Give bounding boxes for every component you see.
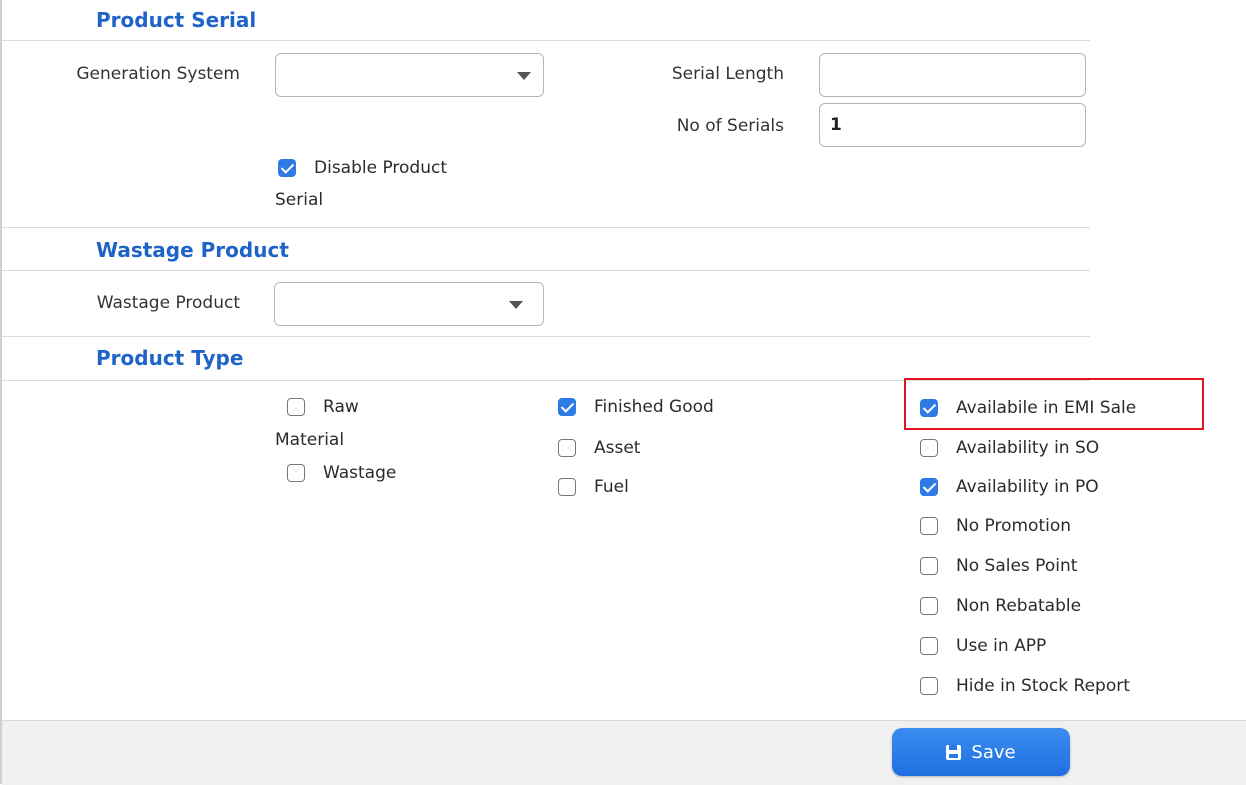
no-promotion-checkbox[interactable]: No Promotion xyxy=(920,516,1071,536)
availability-in-so-label: Availability in SO xyxy=(956,438,1100,458)
section-title-product-serial: Product Serial xyxy=(96,8,257,32)
disable-product-serial-label-cont: Serial xyxy=(275,190,324,210)
fuel-checkbox[interactable]: Fuel xyxy=(558,477,629,497)
asset-checkbox[interactable]: Asset xyxy=(558,438,640,458)
serial-length-input[interactable] xyxy=(819,53,1086,97)
availability-in-po-checkbox[interactable]: Availability in PO xyxy=(920,477,1099,497)
checkbox-checked-icon[interactable] xyxy=(558,398,576,416)
disable-product-serial-label: Disable Product xyxy=(314,158,448,178)
use-in-app-checkbox[interactable]: Use in APP xyxy=(920,636,1046,656)
wastage-product-select[interactable] xyxy=(274,282,544,326)
wastage-checkbox[interactable]: Wastage xyxy=(287,463,396,483)
checkbox-checked-icon[interactable] xyxy=(278,159,296,177)
save-button[interactable]: Save xyxy=(892,728,1070,776)
divider xyxy=(2,270,1090,271)
generation-system-select[interactable] xyxy=(275,53,544,97)
checkbox-icon[interactable] xyxy=(287,464,305,482)
chevron-down-icon xyxy=(509,301,523,309)
divider xyxy=(2,40,1090,41)
raw-material-label-cont: Material xyxy=(275,430,345,450)
checkbox-icon[interactable] xyxy=(920,439,938,457)
divider xyxy=(2,336,1090,337)
finished-good-checkbox[interactable]: Finished Good xyxy=(558,397,714,417)
no-of-serials-input[interactable]: 1 xyxy=(819,103,1086,147)
finished-good-label: Finished Good xyxy=(594,397,714,417)
raw-material-label: Raw xyxy=(323,397,359,417)
availability-in-po-label: Availability in PO xyxy=(956,477,1099,497)
generation-system-label: Generation System xyxy=(76,64,240,84)
checkbox-icon[interactable] xyxy=(920,637,938,655)
floppy-disk-icon xyxy=(946,744,962,760)
raw-material-checkbox[interactable]: Raw xyxy=(287,397,359,417)
checkbox-icon[interactable] xyxy=(920,677,938,695)
checkbox-icon[interactable] xyxy=(558,478,576,496)
wastage-label: Wastage xyxy=(323,463,397,483)
asset-label: Asset xyxy=(594,438,641,458)
divider xyxy=(2,227,1090,228)
no-sales-point-label: No Sales Point xyxy=(956,556,1078,576)
fuel-label: Fuel xyxy=(594,477,629,497)
highlight-annotation xyxy=(904,378,1204,430)
checkbox-icon[interactable] xyxy=(287,398,305,416)
checkbox-icon[interactable] xyxy=(558,439,576,457)
checkbox-icon[interactable] xyxy=(920,517,938,535)
checkbox-icon[interactable] xyxy=(920,557,938,575)
section-title-wastage-product: Wastage Product xyxy=(96,238,289,262)
use-in-app-label: Use in APP xyxy=(956,636,1047,656)
hide-in-stock-report-label: Hide in Stock Report xyxy=(956,676,1130,696)
no-sales-point-checkbox[interactable]: No Sales Point xyxy=(920,556,1077,576)
availability-in-so-checkbox[interactable]: Availability in SO xyxy=(920,438,1099,458)
hide-in-stock-report-checkbox[interactable]: Hide in Stock Report xyxy=(920,676,1130,696)
left-border xyxy=(0,0,2,784)
no-promotion-label: No Promotion xyxy=(956,516,1072,536)
checkbox-checked-icon[interactable] xyxy=(920,478,938,496)
checkbox-icon[interactable] xyxy=(920,597,938,615)
non-rebatable-checkbox[interactable]: Non Rebatable xyxy=(920,596,1081,616)
section-title-product-type: Product Type xyxy=(96,346,244,370)
save-button-label: Save xyxy=(971,741,1016,763)
chevron-down-icon xyxy=(517,72,531,80)
non-rebatable-label: Non Rebatable xyxy=(956,596,1082,616)
disable-product-serial-checkbox[interactable]: Disable Product xyxy=(278,158,447,178)
serial-length-label: Serial Length xyxy=(671,64,784,84)
wastage-product-label: Wastage Product xyxy=(96,293,240,313)
no-of-serials-label: No of Serials xyxy=(676,116,784,136)
